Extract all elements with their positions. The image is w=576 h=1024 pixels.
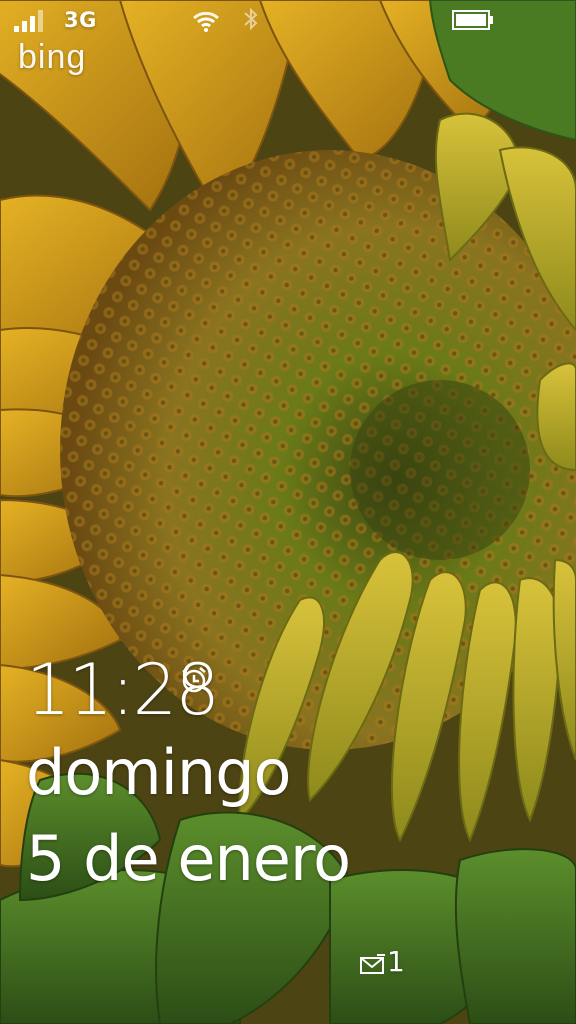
signal-bars-icon xyxy=(14,10,43,32)
bluetooth-icon xyxy=(244,7,258,31)
clock: 11:28 xyxy=(26,652,220,728)
alarm-clock-icon xyxy=(182,667,206,693)
date-label: 5 de enero xyxy=(26,822,351,895)
wifi-icon xyxy=(193,11,219,32)
day-label: domingo xyxy=(26,736,291,809)
battery-icon xyxy=(452,10,493,30)
mail-count: 1 xyxy=(387,945,405,978)
network-type-label: 3G xyxy=(64,8,97,32)
status-bar: 3G xyxy=(0,0,576,40)
bing-logo: bing xyxy=(18,38,87,76)
mail-icon xyxy=(360,954,385,974)
